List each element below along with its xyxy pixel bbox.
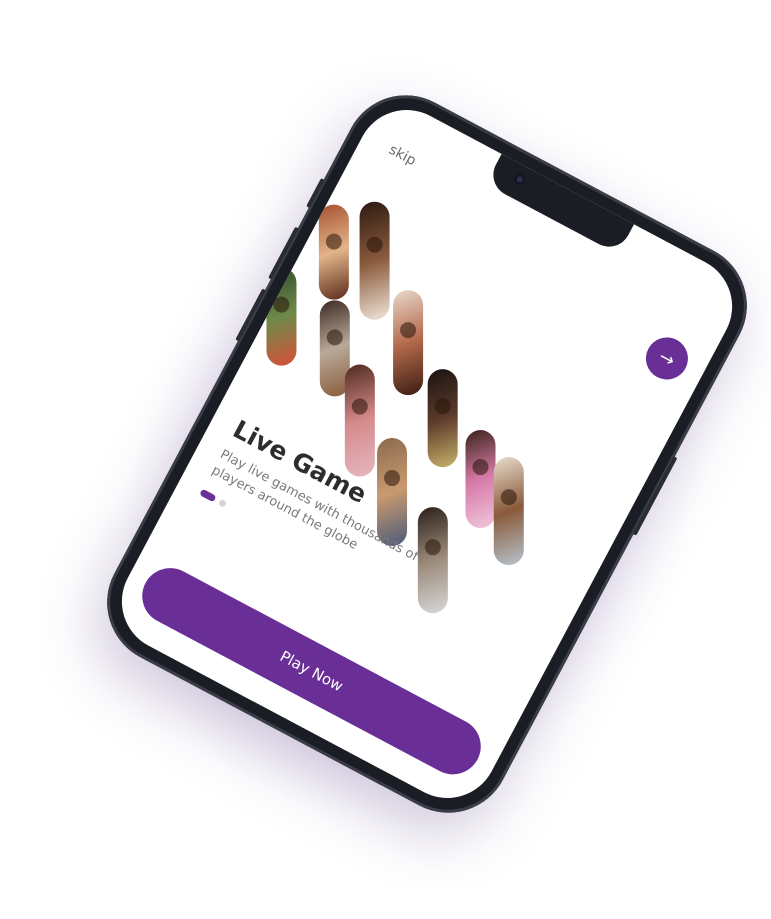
player-face xyxy=(400,321,417,338)
phone-side-button xyxy=(306,178,325,209)
player-photo xyxy=(359,201,390,320)
player-face xyxy=(273,296,290,313)
player-face xyxy=(500,489,517,506)
player-photo xyxy=(393,290,424,396)
player-face xyxy=(351,398,368,415)
player-photo xyxy=(493,457,524,566)
player-photo xyxy=(465,430,496,529)
phone-screen: skip → Live Game Play live games with th… xyxy=(104,92,750,816)
player-face xyxy=(424,538,441,555)
phone-mockup: skip → Live Game Play live games with th… xyxy=(85,73,769,835)
player-photo xyxy=(427,369,458,468)
player-face xyxy=(366,237,383,254)
player-photo xyxy=(344,364,375,477)
camera-icon xyxy=(511,171,528,188)
player-photo xyxy=(266,267,297,366)
player-photo xyxy=(318,204,349,300)
player-face xyxy=(472,459,489,476)
player-face xyxy=(434,398,451,415)
player-face xyxy=(384,470,401,487)
player-face xyxy=(326,329,343,346)
player-face xyxy=(325,233,342,250)
